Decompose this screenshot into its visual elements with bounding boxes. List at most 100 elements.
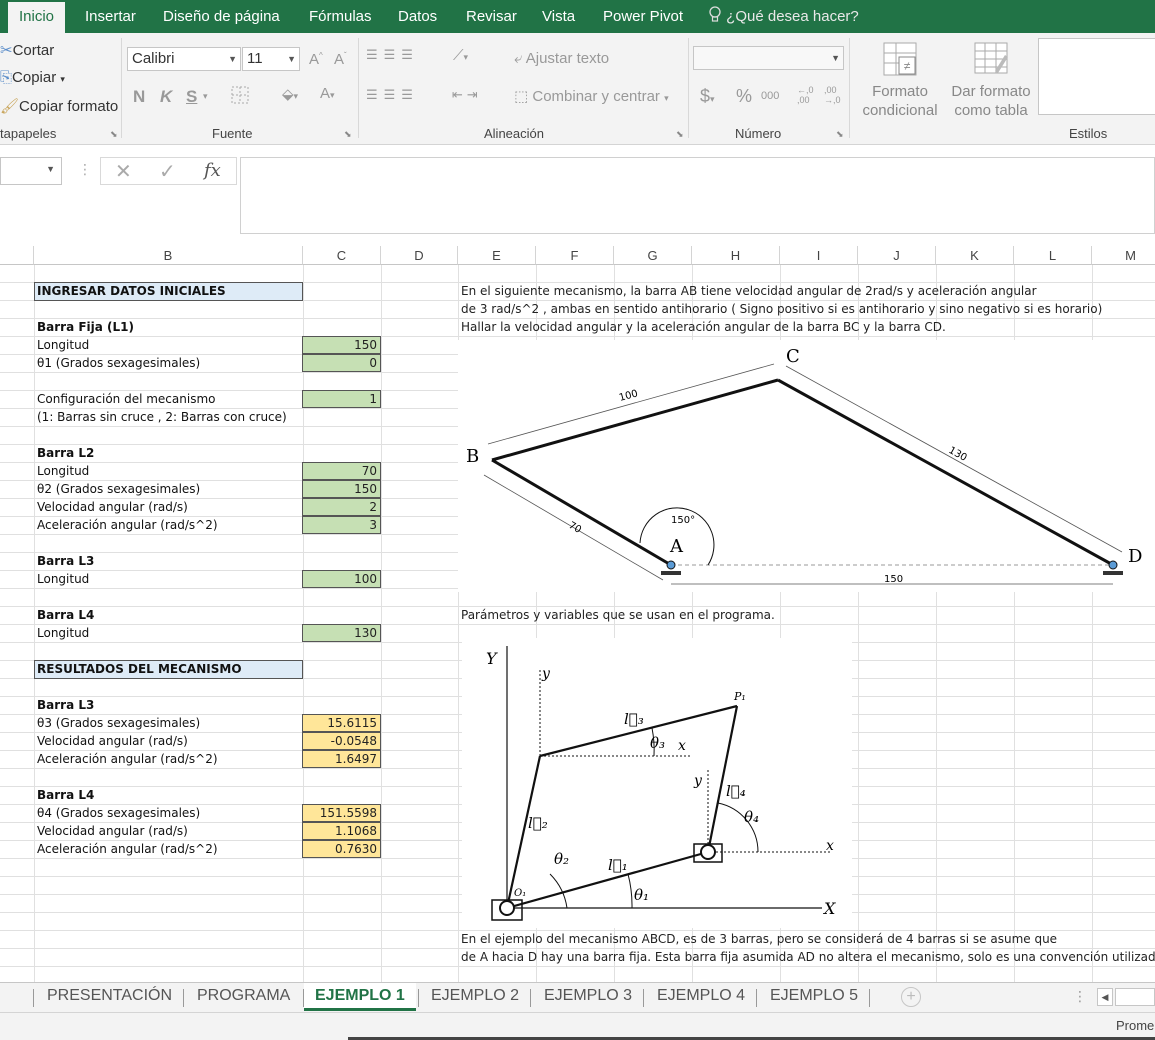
column-header-a[interactable]: [0, 246, 34, 265]
formula-input[interactable]: [240, 157, 1155, 234]
column-header-j[interactable]: J: [858, 246, 936, 265]
cut-button[interactable]: ✂Cortar: [0, 41, 54, 59]
tab-formulas[interactable]: Fórmulas: [309, 0, 372, 33]
l3-length-input[interactable]: 100: [302, 570, 381, 588]
font-size-combo[interactable]: 11 ▼: [242, 47, 300, 71]
tell-me-box[interactable]: ¿Qué desea hacer?: [708, 0, 859, 33]
theta1-input[interactable]: 0: [302, 354, 381, 372]
tab-vista[interactable]: Vista: [542, 0, 575, 33]
a4-output[interactable]: 0.7630: [302, 840, 381, 858]
add-sheet-icon[interactable]: +: [901, 987, 921, 1007]
l2-length-input[interactable]: 70: [302, 462, 381, 480]
format-as-table-button[interactable]: Dar formato como tabla: [945, 41, 1037, 120]
wrap-text-button[interactable]: ⤶ Ajustar texto: [514, 50, 609, 67]
tab-diseno-pagina[interactable]: Diseño de página: [163, 0, 280, 33]
enter-icon[interactable]: ✓: [159, 159, 176, 184]
parameters-diagram[interactable]: Y X y x y x P₁ O₁ l⃗₃ l⃗₂ l⃗₁ l⃗₄ θ₂ θ₁ …: [462, 638, 852, 928]
dialog-launcher-icon[interactable]: ⬊: [676, 129, 684, 140]
a2-input[interactable]: 3: [302, 516, 381, 534]
dialog-launcher-icon[interactable]: ⬊: [110, 129, 118, 140]
vertical-align-icons[interactable]: ☰☰☰: [366, 47, 419, 63]
tab-insertar[interactable]: Insertar: [85, 0, 136, 33]
sheet-tab-ejemplo-1[interactable]: EJEMPLO 1: [304, 983, 416, 1011]
increase-decimal-icon[interactable]: ←,0,00: [797, 85, 814, 105]
percent-button[interactable]: %: [736, 86, 752, 107]
drag-handle-icon[interactable]: ⋮: [78, 161, 92, 178]
config-input[interactable]: 1: [302, 390, 381, 408]
theta3-output[interactable]: 15.6115: [302, 714, 381, 732]
tab-inicio[interactable]: Inicio: [8, 2, 66, 33]
column-header-c[interactable]: C: [303, 246, 381, 265]
note-text-2: de A hacia D hay una barra fija. Esta ba…: [461, 950, 1155, 964]
currency-button[interactable]: $▾: [700, 86, 715, 107]
grow-font-icon[interactable]: A^: [309, 51, 323, 68]
l2-title: Barra L2: [37, 446, 95, 460]
column-header-h[interactable]: H: [692, 246, 780, 265]
cancel-icon[interactable]: ✕: [115, 159, 132, 184]
tab-revisar[interactable]: Revisar: [466, 0, 517, 33]
horizontal-align-icons[interactable]: ☰☰☰: [366, 87, 419, 103]
sheet-tab-ejemplo-4[interactable]: EJEMPLO 4: [657, 983, 745, 1011]
tab-power-pivot[interactable]: Power Pivot: [603, 0, 683, 33]
column-header-d[interactable]: D: [381, 246, 458, 265]
column-header-k[interactable]: K: [936, 246, 1014, 265]
decrease-decimal-icon[interactable]: ,00 →,0: [824, 85, 841, 105]
number-format-combo[interactable]: ▼: [693, 46, 844, 70]
w3-label: Velocidad angular (rad/s): [37, 734, 188, 748]
name-box[interactable]: ▼: [0, 157, 62, 185]
sheet-tab-ejemplo-3[interactable]: EJEMPLO 3: [544, 983, 632, 1011]
borders-icon[interactable]: [230, 85, 250, 109]
theta2-input[interactable]: 150: [302, 480, 381, 498]
sheet-tab-ejemplo-5[interactable]: EJEMPLO 5: [770, 983, 858, 1011]
format-painter-button[interactable]: 🖌Copiar formato: [0, 97, 118, 115]
italic-button[interactable]: K: [160, 87, 172, 107]
underline-button[interactable]: S: [186, 87, 197, 107]
column-header-f[interactable]: F: [536, 246, 614, 265]
w3-output[interactable]: -0.0548: [302, 732, 381, 750]
theta2-label: θ2 (Grados sexagesimales): [37, 482, 201, 496]
l1-length-input[interactable]: 150: [302, 336, 381, 354]
label-l4: l⃗₄: [726, 782, 746, 800]
column-header-e[interactable]: E: [458, 246, 536, 265]
sheet-tab-programa[interactable]: PROGRAMA: [197, 983, 290, 1011]
fill-color-icon[interactable]: ⬙▾: [282, 85, 298, 103]
column-header-m[interactable]: M: [1092, 246, 1155, 265]
tab-separator: [530, 989, 531, 1007]
drag-handle-icon[interactable]: ⋮: [1073, 988, 1087, 1005]
column-header-l[interactable]: L: [1014, 246, 1092, 265]
conditional-format-button[interactable]: ≠ Formato condicional: [854, 41, 946, 120]
w4-output[interactable]: 1.1068: [302, 822, 381, 840]
indent-icons[interactable]: ⇤⇥: [452, 87, 482, 103]
merge-center-button[interactable]: ⬚ Combinar y centrar ▾: [514, 87, 669, 105]
thousands-button[interactable]: 000: [761, 90, 779, 102]
horizontal-scrollbar[interactable]: [1115, 988, 1155, 1006]
orientation-icon[interactable]: ⟋▾: [453, 47, 468, 64]
column-header-g[interactable]: G: [614, 246, 692, 265]
bold-button[interactable]: N: [133, 87, 145, 107]
font-name-combo[interactable]: Calibri ▼: [127, 47, 241, 71]
dialog-launcher-icon[interactable]: ⬊: [344, 129, 352, 140]
scroll-left-icon[interactable]: ◀: [1097, 988, 1113, 1006]
insert-function-icon[interactable]: fx: [204, 160, 221, 181]
theta4-output[interactable]: 151.5598: [302, 804, 381, 822]
sheet-tab-presentacion[interactable]: PRESENTACIÓN: [47, 983, 172, 1011]
cell-styles-gallery[interactable]: [1038, 38, 1155, 115]
l4-length-input[interactable]: 130: [302, 624, 381, 642]
a3-output[interactable]: 1.6497: [302, 750, 381, 768]
font-color-icon[interactable]: A▾: [320, 85, 335, 102]
dialog-launcher-icon[interactable]: ⬊: [836, 129, 844, 140]
lightbulb-icon: [708, 6, 726, 25]
tab-datos[interactable]: Datos: [398, 0, 437, 33]
chevron-down-icon[interactable]: ▾: [203, 91, 208, 102]
label-c: C: [786, 346, 800, 367]
column-header-b[interactable]: B: [34, 246, 303, 265]
mechanism-diagram[interactable]: A B C D 70 100 130 150 150°: [458, 340, 1155, 592]
merge-icon: ⬚: [514, 88, 529, 105]
label-o1: O₁: [514, 888, 526, 899]
copy-button[interactable]: ⎘Copiar ▾: [0, 69, 65, 86]
sheet-tab-ejemplo-2[interactable]: EJEMPLO 2: [431, 983, 519, 1011]
l4-length-label: Longitud: [37, 626, 90, 640]
w2-input[interactable]: 2: [302, 498, 381, 516]
shrink-font-icon[interactable]: Aˇ: [334, 51, 347, 68]
column-header-i[interactable]: I: [780, 246, 858, 265]
